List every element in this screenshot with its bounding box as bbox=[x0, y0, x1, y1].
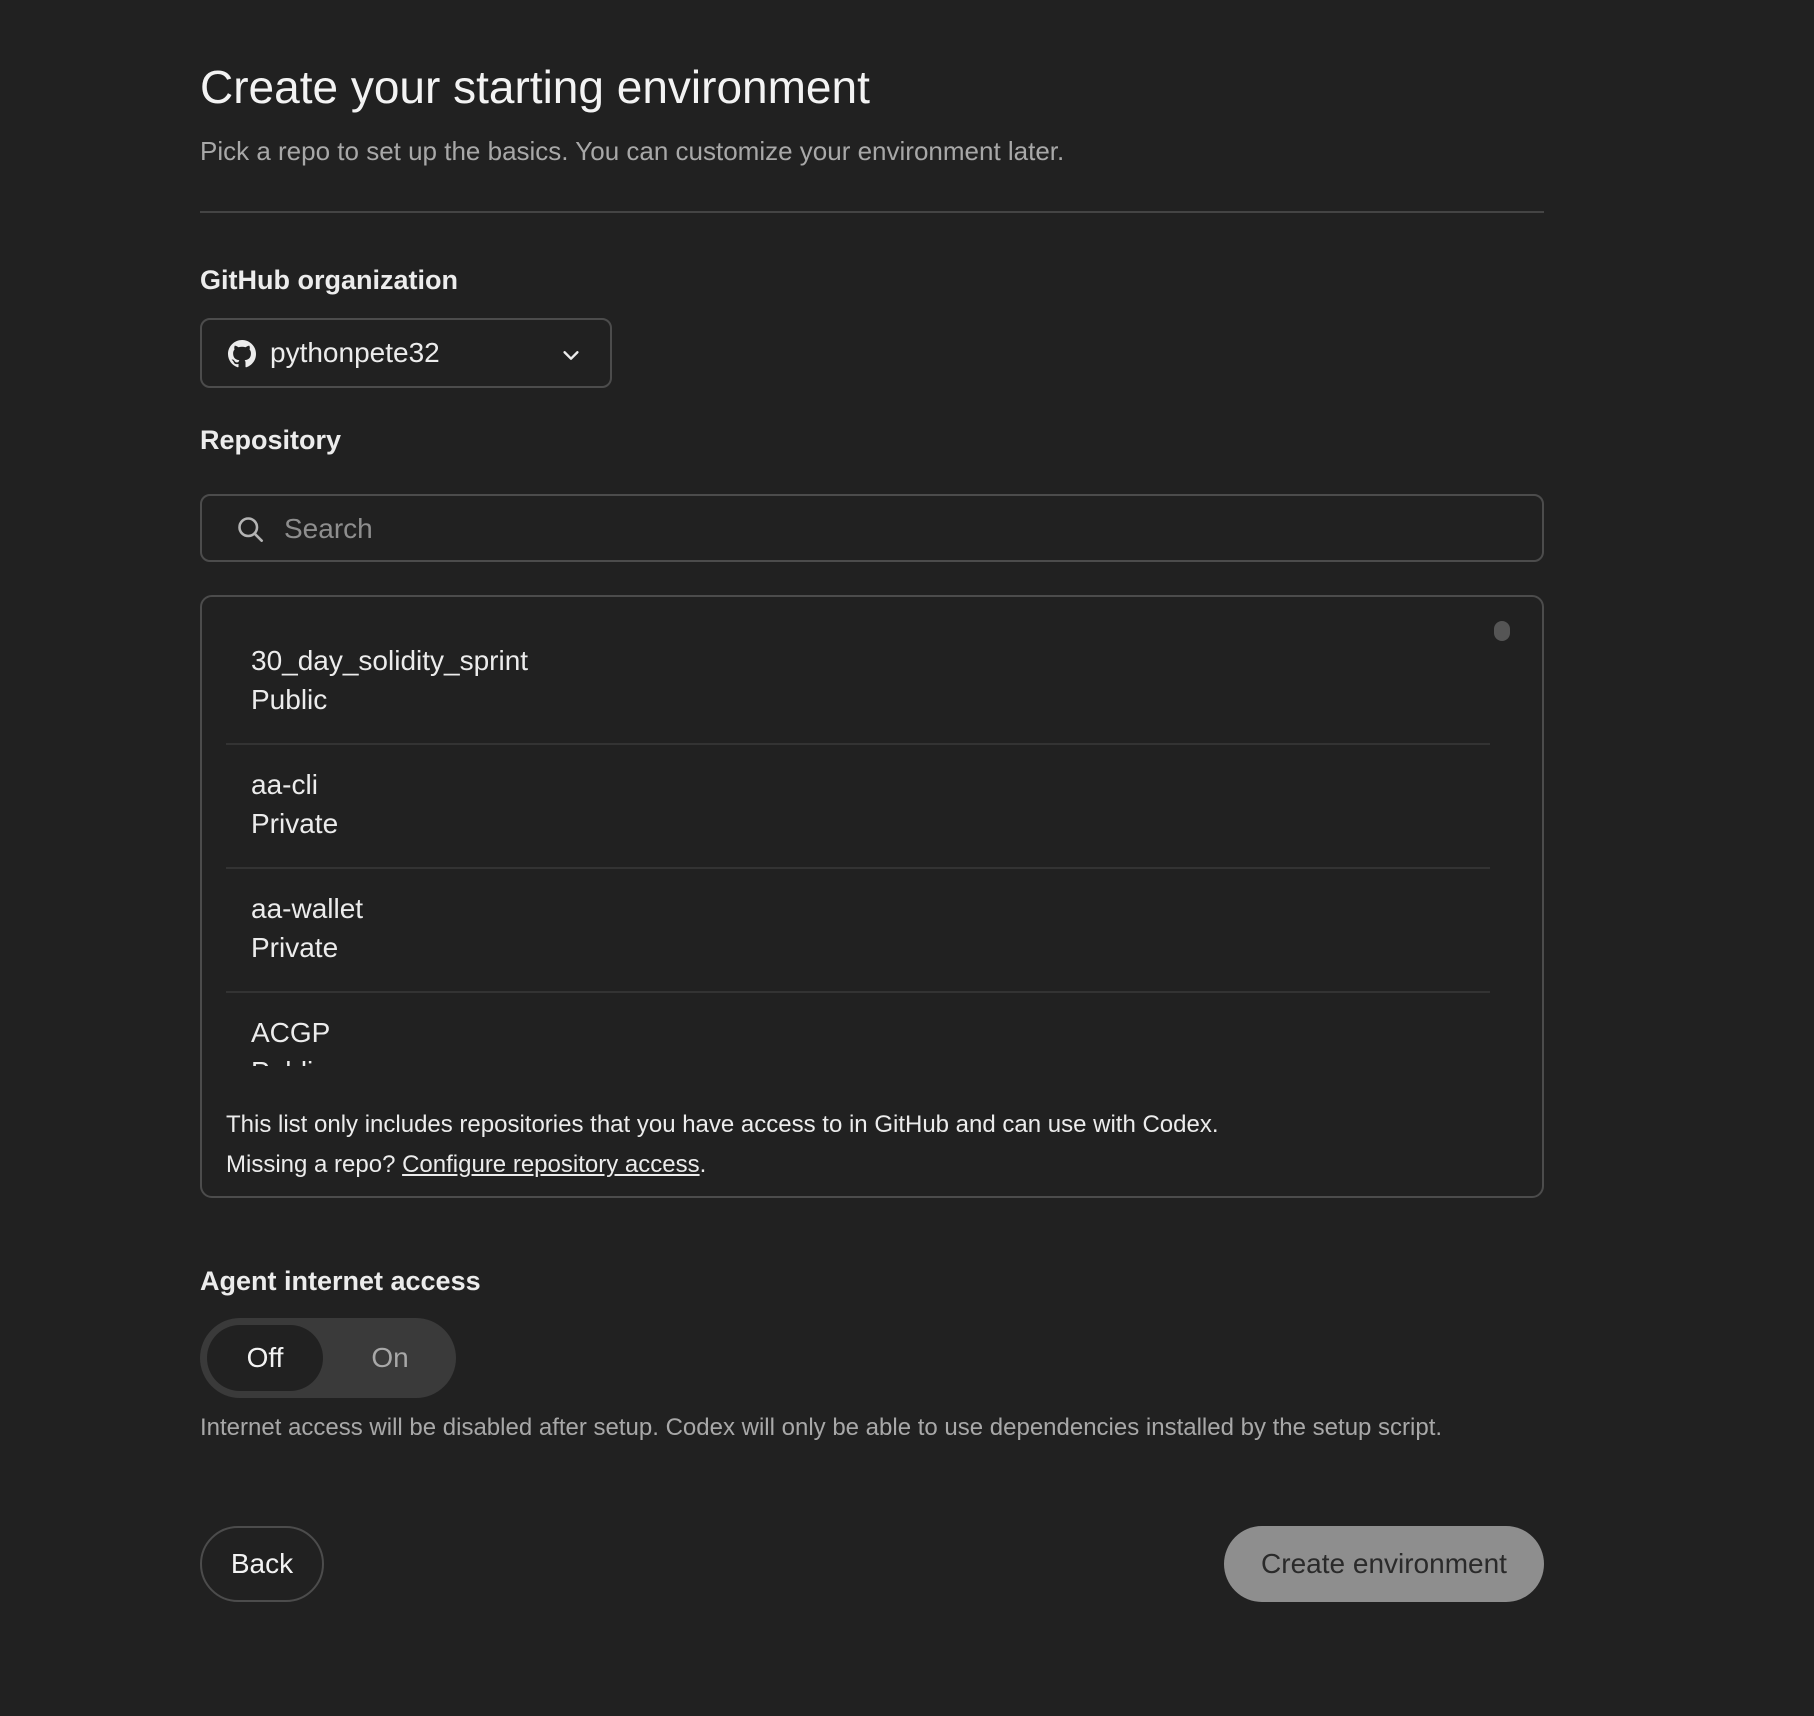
repo-visibility: Public bbox=[251, 1056, 327, 1066]
internet-on-option[interactable]: On bbox=[332, 1325, 448, 1391]
repo-name: ACGP bbox=[251, 1017, 331, 1048]
repo-list-item[interactable]: aa-cli Private bbox=[226, 745, 1490, 869]
search-icon bbox=[238, 517, 263, 542]
repo-list-item[interactable]: ACGP Public bbox=[226, 993, 1490, 1066]
page-subtitle: Pick a repo to set up the basics. You ca… bbox=[200, 136, 1065, 166]
create-environment-button[interactable]: Create environment bbox=[1224, 1526, 1544, 1602]
note-prefix: Missing a repo? bbox=[226, 1151, 403, 1178]
github-org-select[interactable]: pythonpete32 bbox=[200, 318, 612, 388]
repository-search bbox=[200, 494, 1544, 562]
repository-note-line2: Missing a repo? Configure repository acc… bbox=[226, 1145, 1219, 1185]
repo-name: aa-cli bbox=[251, 769, 318, 800]
configure-access-link[interactable]: Configure repository access bbox=[402, 1151, 699, 1178]
repository-note-line1: This list only includes repositories tha… bbox=[226, 1111, 1219, 1138]
repo-name: aa-wallet bbox=[251, 893, 364, 924]
note-suffix: . bbox=[699, 1151, 707, 1178]
repo-visibility: Private bbox=[251, 932, 339, 963]
scrollbar-thumb[interactable] bbox=[1494, 621, 1510, 641]
github-icon bbox=[228, 340, 256, 368]
repository-list-box: 30_day_solidity_sprint Public aa-cli Pri… bbox=[200, 595, 1544, 1198]
internet-access-toggle: Off On bbox=[200, 1318, 456, 1398]
repository-list[interactable]: 30_day_solidity_sprint Public aa-cli Pri… bbox=[226, 621, 1490, 1066]
github-org-label: GitHub organization bbox=[200, 265, 458, 295]
internet-off-option[interactable]: Off bbox=[207, 1325, 323, 1391]
repo-visibility: Private bbox=[251, 808, 339, 839]
repository-label: Repository bbox=[200, 425, 342, 455]
page-title: Create your starting environment bbox=[200, 61, 870, 113]
page: Create your starting environment Pick a … bbox=[0, 0, 1814, 1716]
internet-access-help: Internet access will be disabled after s… bbox=[200, 1414, 1443, 1441]
repository-note: This list only includes repositories tha… bbox=[226, 1105, 1219, 1185]
repo-name: 30_day_solidity_sprint bbox=[251, 645, 529, 676]
divider bbox=[200, 211, 1544, 213]
repo-list-item[interactable]: aa-wallet Private bbox=[226, 869, 1490, 993]
repo-list-item[interactable]: 30_day_solidity_sprint Public bbox=[226, 621, 1490, 745]
repo-visibility: Public bbox=[251, 684, 328, 715]
search-input[interactable] bbox=[282, 506, 1486, 552]
github-org-value: pythonpete32 bbox=[270, 337, 440, 368]
chevron-down-icon bbox=[563, 351, 579, 360]
back-button[interactable]: Back bbox=[200, 1526, 324, 1602]
internet-access-label: Agent internet access bbox=[200, 1266, 481, 1296]
